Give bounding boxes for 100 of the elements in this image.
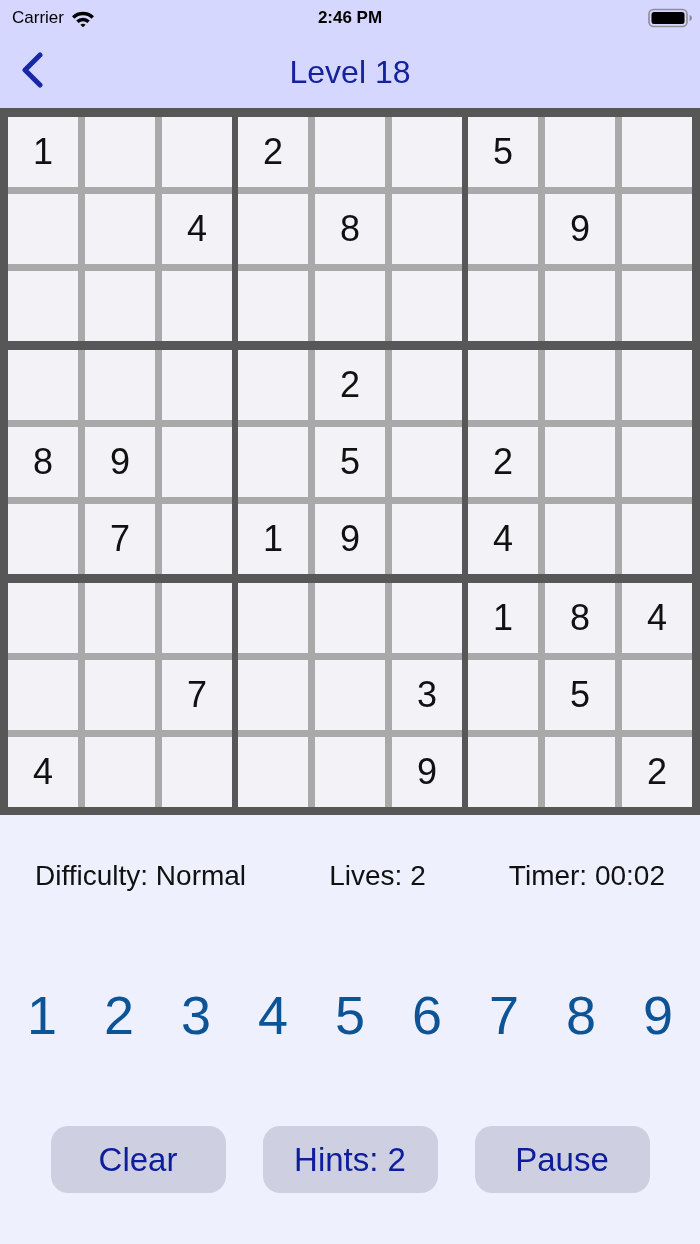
sudoku-cell[interactable]: [315, 737, 385, 807]
back-icon[interactable]: [20, 52, 44, 88]
sudoku-cell[interactable]: [162, 504, 232, 574]
sudoku-cell[interactable]: 2: [468, 427, 538, 497]
sudoku-cell[interactable]: [315, 583, 385, 653]
sudoku-cell[interactable]: [392, 117, 462, 187]
sudoku-cell[interactable]: [392, 350, 462, 420]
sudoku-cell[interactable]: 4: [8, 737, 78, 807]
sudoku-cell[interactable]: 8: [315, 194, 385, 264]
sudoku-cell[interactable]: [162, 271, 232, 341]
sudoku-cell[interactable]: [238, 737, 308, 807]
status-time: 2:46 PM: [317, 8, 383, 28]
sudoku-cell[interactable]: 1: [238, 504, 308, 574]
sudoku-cell[interactable]: [8, 504, 78, 574]
sudoku-cell[interactable]: [8, 194, 78, 264]
sudoku-cell[interactable]: [392, 427, 462, 497]
sudoku-cell[interactable]: 3: [392, 660, 462, 730]
number-key[interactable]: 5: [328, 983, 371, 1047]
sudoku-cell[interactable]: 9: [392, 737, 462, 807]
sudoku-cell[interactable]: [8, 583, 78, 653]
sudoku-cell[interactable]: 9: [315, 504, 385, 574]
sudoku-cell[interactable]: [315, 660, 385, 730]
sudoku-cell[interactable]: [162, 117, 232, 187]
number-key[interactable]: 1: [20, 983, 63, 1047]
sudoku-cell[interactable]: [622, 504, 692, 574]
sudoku-cell[interactable]: [238, 660, 308, 730]
number-key[interactable]: 4: [251, 983, 294, 1047]
number-key[interactable]: 2: [97, 983, 140, 1047]
sudoku-cell[interactable]: [315, 117, 385, 187]
carrier-name: Carrier: [12, 8, 64, 28]
sudoku-cell[interactable]: 2: [238, 117, 308, 187]
sudoku-cell[interactable]: 8: [545, 583, 615, 653]
sudoku-cell[interactable]: [622, 350, 692, 420]
number-key[interactable]: 6: [405, 983, 448, 1047]
sudoku-cell[interactable]: [85, 583, 155, 653]
sudoku-cell[interactable]: [85, 117, 155, 187]
number-key[interactable]: 8: [559, 983, 602, 1047]
sudoku-cell[interactable]: [545, 350, 615, 420]
sudoku-cell[interactable]: [85, 660, 155, 730]
sudoku-cell[interactable]: [545, 271, 615, 341]
sudoku-cell[interactable]: [238, 194, 308, 264]
sudoku-cell[interactable]: [238, 350, 308, 420]
sudoku-cell[interactable]: 1: [8, 117, 78, 187]
sudoku-cell[interactable]: [162, 427, 232, 497]
action-button[interactable]: Clear: [50, 1126, 226, 1193]
timer-label: Timer: 00:02: [508, 859, 665, 893]
sudoku-cell[interactable]: [468, 271, 538, 341]
sudoku-cell[interactable]: 4: [162, 194, 232, 264]
sudoku-cell[interactable]: 5: [545, 660, 615, 730]
sudoku-cell[interactable]: 4: [622, 583, 692, 653]
sudoku-cell[interactable]: 1: [468, 583, 538, 653]
number-key[interactable]: 3: [174, 983, 217, 1047]
sudoku-cell[interactable]: [238, 583, 308, 653]
sudoku-cell[interactable]: [238, 427, 308, 497]
sudoku-cell[interactable]: [545, 737, 615, 807]
sudoku-cell[interactable]: 5: [468, 117, 538, 187]
sudoku-cell[interactable]: [392, 271, 462, 341]
sudoku-cell[interactable]: [545, 117, 615, 187]
sudoku-cell[interactable]: 7: [85, 504, 155, 574]
sudoku-cell[interactable]: [315, 271, 385, 341]
sudoku-cell[interactable]: [468, 350, 538, 420]
sudoku-cell[interactable]: [545, 427, 615, 497]
sudoku-cell[interactable]: [392, 583, 462, 653]
sudoku-cell[interactable]: [162, 737, 232, 807]
sudoku-cell[interactable]: [622, 427, 692, 497]
sudoku-cell[interactable]: [8, 350, 78, 420]
action-button[interactable]: Pause: [474, 1126, 650, 1193]
action-button[interactable]: Hints: 2: [262, 1126, 438, 1193]
sudoku-cell[interactable]: 7: [162, 660, 232, 730]
sudoku-cell[interactable]: [162, 583, 232, 653]
sudoku-cell[interactable]: 9: [85, 427, 155, 497]
sudoku-cell[interactable]: 2: [315, 350, 385, 420]
battery-icon: [648, 8, 692, 28]
sudoku-cell[interactable]: [85, 737, 155, 807]
sudoku-cell[interactable]: [238, 271, 308, 341]
sudoku-cell[interactable]: [392, 194, 462, 264]
sudoku-cell[interactable]: [468, 660, 538, 730]
sudoku-cell[interactable]: [622, 117, 692, 187]
sudoku-cell[interactable]: 8: [8, 427, 78, 497]
sudoku-cell[interactable]: [545, 504, 615, 574]
sudoku-cell[interactable]: [85, 350, 155, 420]
sudoku-cell[interactable]: 2: [622, 737, 692, 807]
sudoku-cell[interactable]: 9: [545, 194, 615, 264]
sudoku-cell[interactable]: [468, 737, 538, 807]
number-key[interactable]: 9: [636, 983, 679, 1047]
sudoku-cell[interactable]: 4: [468, 504, 538, 574]
sudoku-cell[interactable]: [622, 194, 692, 264]
difficulty-label: Difficulty: Normal: [35, 859, 247, 893]
sudoku-cell[interactable]: [8, 271, 78, 341]
sudoku-cell[interactable]: [392, 504, 462, 574]
sudoku-cell[interactable]: [162, 350, 232, 420]
sudoku-cell[interactable]: [8, 660, 78, 730]
nav-title: Level 18: [289, 53, 411, 91]
sudoku-cell[interactable]: [85, 271, 155, 341]
sudoku-cell[interactable]: [622, 660, 692, 730]
sudoku-cell[interactable]: 5: [315, 427, 385, 497]
sudoku-cell[interactable]: [468, 194, 538, 264]
sudoku-cell[interactable]: [85, 194, 155, 264]
number-key[interactable]: 7: [482, 983, 525, 1047]
sudoku-cell[interactable]: [622, 271, 692, 341]
